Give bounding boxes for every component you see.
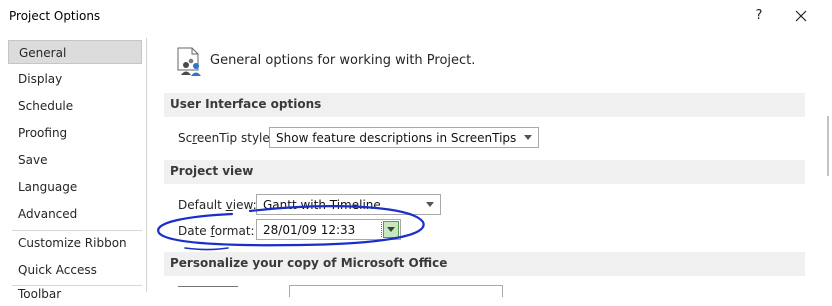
default-view-dropdown[interactable]: Gantt with Timeline <box>256 194 441 215</box>
nav-item-language[interactable]: Language <box>8 175 142 199</box>
default-view-label: Default view: <box>178 198 257 212</box>
focus-dotted-line <box>381 222 382 237</box>
user-name-field[interactable] <box>289 285 503 297</box>
nav-item-advanced[interactable]: Advanced <box>8 202 142 226</box>
nav-item-customize-ribbon[interactable]: Customize Ribbon <box>8 231 142 255</box>
screentip-style-value: Show feature descriptions in ScreenTips <box>276 131 517 145</box>
nav-item-general[interactable]: General <box>8 40 142 64</box>
section-ui-options: User Interface options <box>164 93 805 117</box>
general-options-icon <box>176 46 204 78</box>
close-icon[interactable] <box>790 6 812 26</box>
section-personalize: Personalize your copy of Microsoft Offic… <box>164 252 805 276</box>
help-button[interactable]: ? <box>748 6 770 26</box>
nav-item-save[interactable]: Save <box>8 148 142 172</box>
title-bar: Project Options ? <box>0 0 832 32</box>
date-format-label: Date format: <box>178 224 255 238</box>
options-nav: General Display Schedule Proofing Save L… <box>6 38 147 301</box>
window-title: Project Options <box>9 9 101 23</box>
date-format-value: 28/01/09 12:33 <box>263 223 356 237</box>
scrollbar-thumb[interactable] <box>827 116 829 176</box>
default-view-value: Gantt with Timeline <box>263 198 381 212</box>
chevron-down-icon <box>387 227 395 232</box>
nav-item-proofing[interactable]: Proofing <box>8 121 142 145</box>
section-project-view: Project view <box>164 160 805 184</box>
nav-item-schedule[interactable]: Schedule <box>8 94 142 118</box>
nav-item-display[interactable]: Display <box>8 67 142 91</box>
scrollbar[interactable] <box>824 38 832 292</box>
date-format-dropdown[interactable]: 28/01/09 12:33 <box>256 219 401 240</box>
screentip-style-dropdown[interactable]: Show feature descriptions in ScreenTips <box>269 127 539 148</box>
nav-item-quick-access-toolbar[interactable]: Quick Access Toolbar <box>8 258 142 301</box>
chevron-down-icon <box>524 135 532 140</box>
screentip-style-label: ScreenTip style: <box>178 131 274 145</box>
nav-divider <box>12 285 142 286</box>
dropdown-button[interactable] <box>383 221 399 238</box>
chevron-down-icon <box>426 202 434 207</box>
page-header: General options for working with Project… <box>210 53 476 68</box>
